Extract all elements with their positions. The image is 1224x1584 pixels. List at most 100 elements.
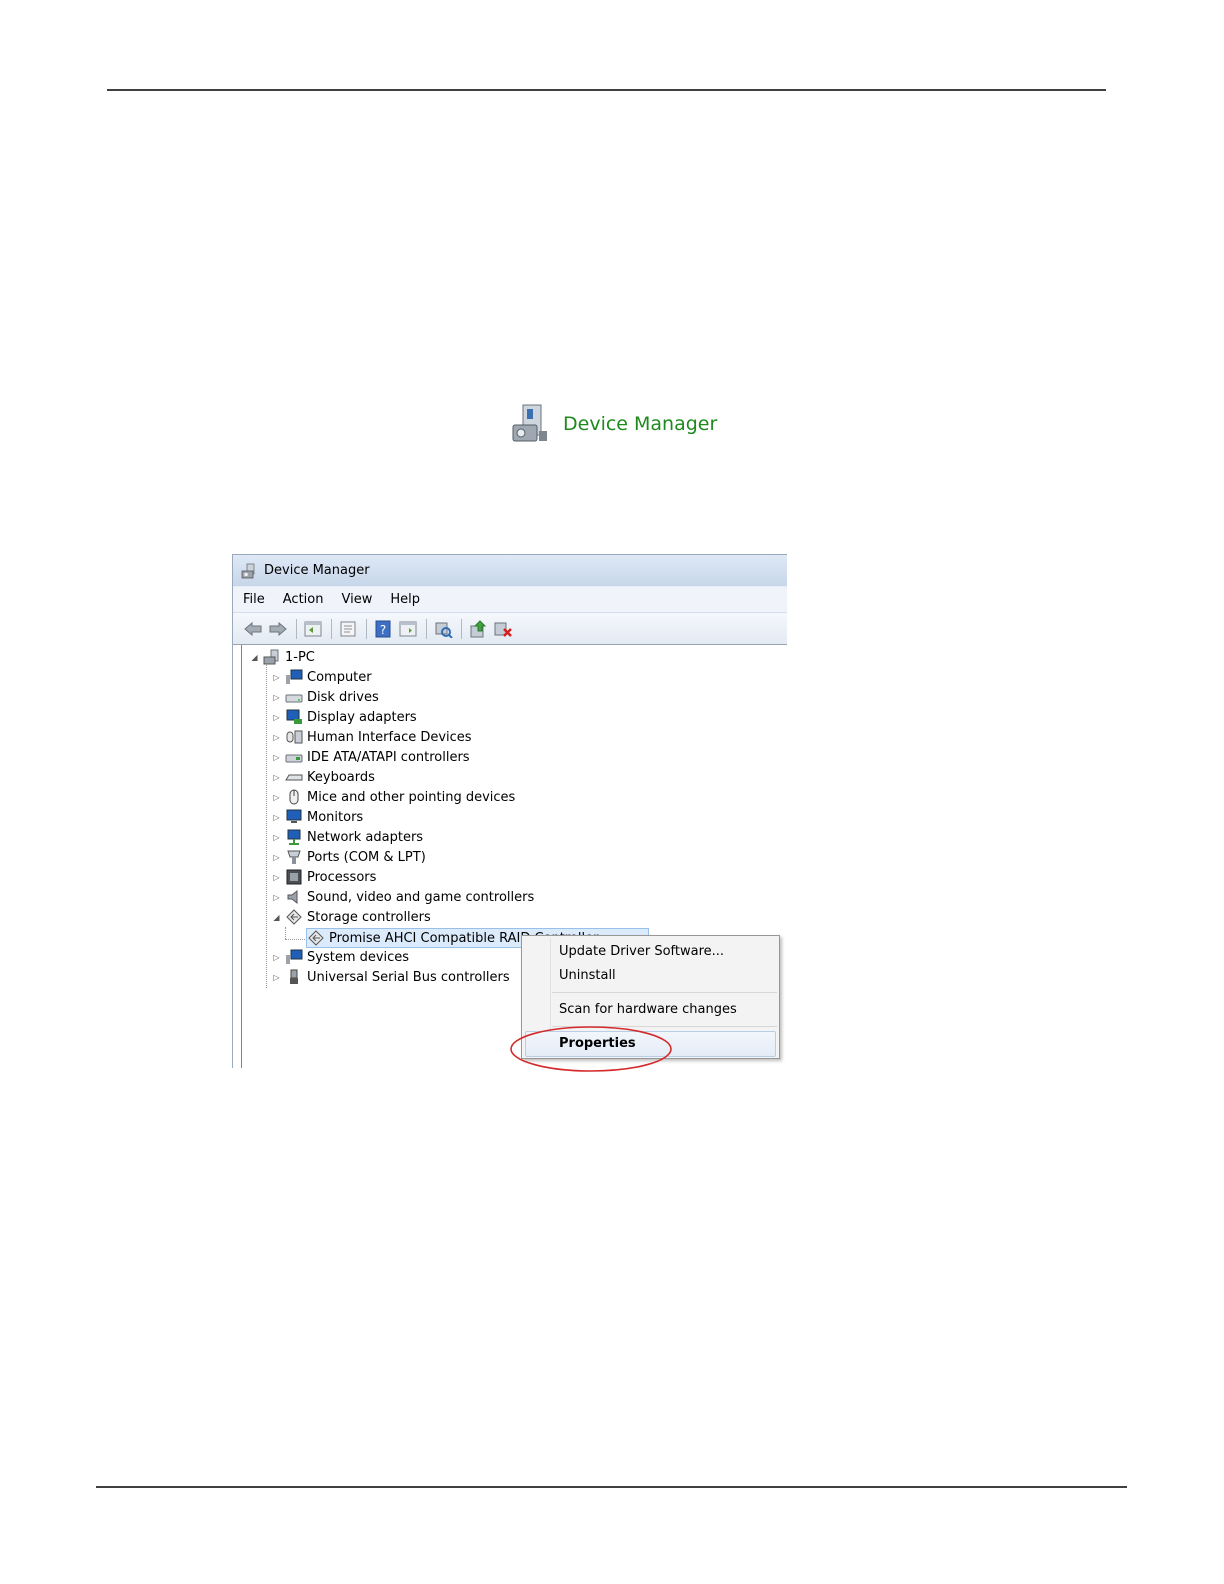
toolbar-separator xyxy=(296,618,297,639)
forward-arrow-icon[interactable] xyxy=(268,619,288,639)
tree-item-label: Sound, video and game controllers xyxy=(307,889,535,905)
collapse-arrow-icon[interactable]: ◢ xyxy=(250,653,259,662)
computer-root-icon xyxy=(263,649,281,665)
processor-icon xyxy=(285,869,303,885)
tree-root-label: 1-PC xyxy=(285,649,315,665)
expand-arrow-icon[interactable]: ▷ xyxy=(272,813,281,822)
tree-item-disk-drives[interactable]: ▷ Disk drives xyxy=(272,687,379,707)
tree-item-label: Storage controllers xyxy=(307,909,431,925)
device-manager-link-label[interactable]: Device Manager xyxy=(563,413,717,435)
tree-item-keyboards[interactable]: ▷ Keyboards xyxy=(272,767,375,787)
tree-item-label: Monitors xyxy=(307,809,364,825)
storage-controller-icon xyxy=(307,930,325,946)
tree-item-sound-video-game[interactable]: ▷ Sound, video and game controllers xyxy=(272,887,534,907)
ide-controller-icon xyxy=(285,749,303,765)
tree-item-monitors[interactable]: ▷ Monitors xyxy=(272,807,363,827)
header-rule xyxy=(107,89,1106,91)
tree-root[interactable]: ◢ 1-PC xyxy=(250,647,315,667)
tree-item-ports[interactable]: ▷ Ports (COM & LPT) xyxy=(272,847,426,867)
back-arrow-icon[interactable] xyxy=(243,619,263,639)
expand-arrow-icon[interactable]: ▷ xyxy=(272,693,281,702)
window-titlebar[interactable]: Device Manager xyxy=(233,555,787,586)
network-adapter-icon xyxy=(285,829,303,845)
tree-item-label: Computer xyxy=(307,669,372,685)
speaker-icon xyxy=(285,889,303,905)
expand-arrow-icon[interactable]: ▷ xyxy=(272,833,281,842)
uninstall-icon[interactable] xyxy=(493,619,513,639)
expand-arrow-icon[interactable]: ▷ xyxy=(272,873,281,882)
mouse-icon xyxy=(285,789,303,805)
menu-item-uninstall[interactable]: Uninstall xyxy=(559,964,616,986)
hid-icon xyxy=(285,729,303,745)
tree-item-storage-controllers[interactable]: ◢ Storage controllers xyxy=(272,907,431,927)
computer-icon xyxy=(285,669,303,685)
tree-item-ide-ata-atapi-controllers[interactable]: ▷ IDE ATA/ATAPI controllers xyxy=(272,747,470,767)
display-adapter-icon xyxy=(285,709,303,725)
update-driver-icon[interactable] xyxy=(468,619,488,639)
tree-item-label: Keyboards xyxy=(307,769,375,785)
toolbar: ? xyxy=(233,613,787,645)
keyboard-icon xyxy=(285,769,303,785)
tree-item-processors[interactable]: ▷ Processors xyxy=(272,867,376,887)
scan-hardware-icon[interactable] xyxy=(433,619,453,639)
tree-item-label: Ports (COM & LPT) xyxy=(307,849,426,865)
tree-item-label: Universal Serial Bus controllers xyxy=(307,969,510,985)
storage-controller-icon xyxy=(285,909,303,925)
annotation-ellipse xyxy=(510,1026,672,1072)
expand-arrow-icon[interactable]: ▷ xyxy=(272,853,281,862)
tree-item-label: Disk drives xyxy=(307,689,379,705)
menu-item-scan-hardware[interactable]: Scan for hardware changes xyxy=(559,998,737,1020)
device-manager-icon xyxy=(512,404,547,442)
tree-item-network-adapters[interactable]: ▷ Network adapters xyxy=(272,827,423,847)
tree-item-label: Processors xyxy=(307,869,377,885)
expand-arrow-icon[interactable]: ▷ xyxy=(272,793,281,802)
expand-arrow-icon[interactable]: ▷ xyxy=(272,673,281,682)
help-icon[interactable]: ? xyxy=(373,619,393,639)
expand-arrow-icon[interactable]: ▷ xyxy=(272,773,281,782)
tree-item-label: Network adapters xyxy=(307,829,424,845)
expand-arrow-icon[interactable]: ▷ xyxy=(272,953,281,962)
port-icon xyxy=(285,849,303,865)
menu-help[interactable]: Help xyxy=(390,592,420,607)
properties-icon[interactable] xyxy=(338,619,358,639)
toolbar-separator xyxy=(426,618,427,639)
usb-icon xyxy=(285,969,303,985)
expand-arrow-icon[interactable]: ▷ xyxy=(272,713,281,722)
tree-item-system-devices[interactable]: ▷ System devices xyxy=(272,947,409,967)
window-title: Device Manager xyxy=(264,563,370,578)
tree-item-usb-controllers[interactable]: ▷ Universal Serial Bus controllers xyxy=(272,967,510,987)
menu-separator xyxy=(552,992,777,993)
device-manager-icon xyxy=(241,563,255,578)
tree-item-human-interface-devices[interactable]: ▷ Human Interface Devices xyxy=(272,727,472,747)
tree-item-computer[interactable]: ▷ Computer xyxy=(272,667,372,687)
tree-item-label: System devices xyxy=(307,949,410,965)
footer-rule xyxy=(96,1486,1127,1488)
tree-item-label: Display adapters xyxy=(307,709,417,725)
tree-item-label: Human Interface Devices xyxy=(307,729,472,745)
system-devices-icon xyxy=(285,949,303,965)
expand-arrow-icon[interactable]: ▷ xyxy=(272,893,281,902)
tree-item-label: Mice and other pointing devices xyxy=(307,789,516,805)
collapse-arrow-icon[interactable]: ◢ xyxy=(272,913,281,922)
expand-arrow-icon[interactable]: ▷ xyxy=(272,753,281,762)
menu-file[interactable]: File xyxy=(243,592,265,607)
menu-view[interactable]: View xyxy=(341,592,372,607)
show-hide-tree-icon[interactable] xyxy=(303,619,323,639)
toolbar-separator xyxy=(461,618,462,639)
tree-connector xyxy=(285,939,305,940)
tree-item-display-adapters[interactable]: ▷ Display adapters xyxy=(272,707,417,727)
menu-action[interactable]: Action xyxy=(283,592,324,607)
tree-item-mice[interactable]: ▷ Mice and other pointing devices xyxy=(272,787,515,807)
toolbar-separator xyxy=(331,618,332,639)
expand-arrow-icon[interactable]: ▷ xyxy=(272,733,281,742)
toolbar-separator xyxy=(366,618,367,639)
view-icon[interactable] xyxy=(398,619,418,639)
monitor-icon xyxy=(285,809,303,825)
menu-item-update-driver[interactable]: Update Driver Software... xyxy=(559,940,724,962)
tree-connector xyxy=(285,927,286,939)
tree-item-label: IDE ATA/ATAPI controllers xyxy=(307,749,470,765)
disk-drive-icon xyxy=(285,689,303,705)
device-manager-link[interactable]: Device Manager xyxy=(509,402,717,446)
svg-text:?: ? xyxy=(380,623,386,637)
expand-arrow-icon[interactable]: ▷ xyxy=(272,973,281,982)
